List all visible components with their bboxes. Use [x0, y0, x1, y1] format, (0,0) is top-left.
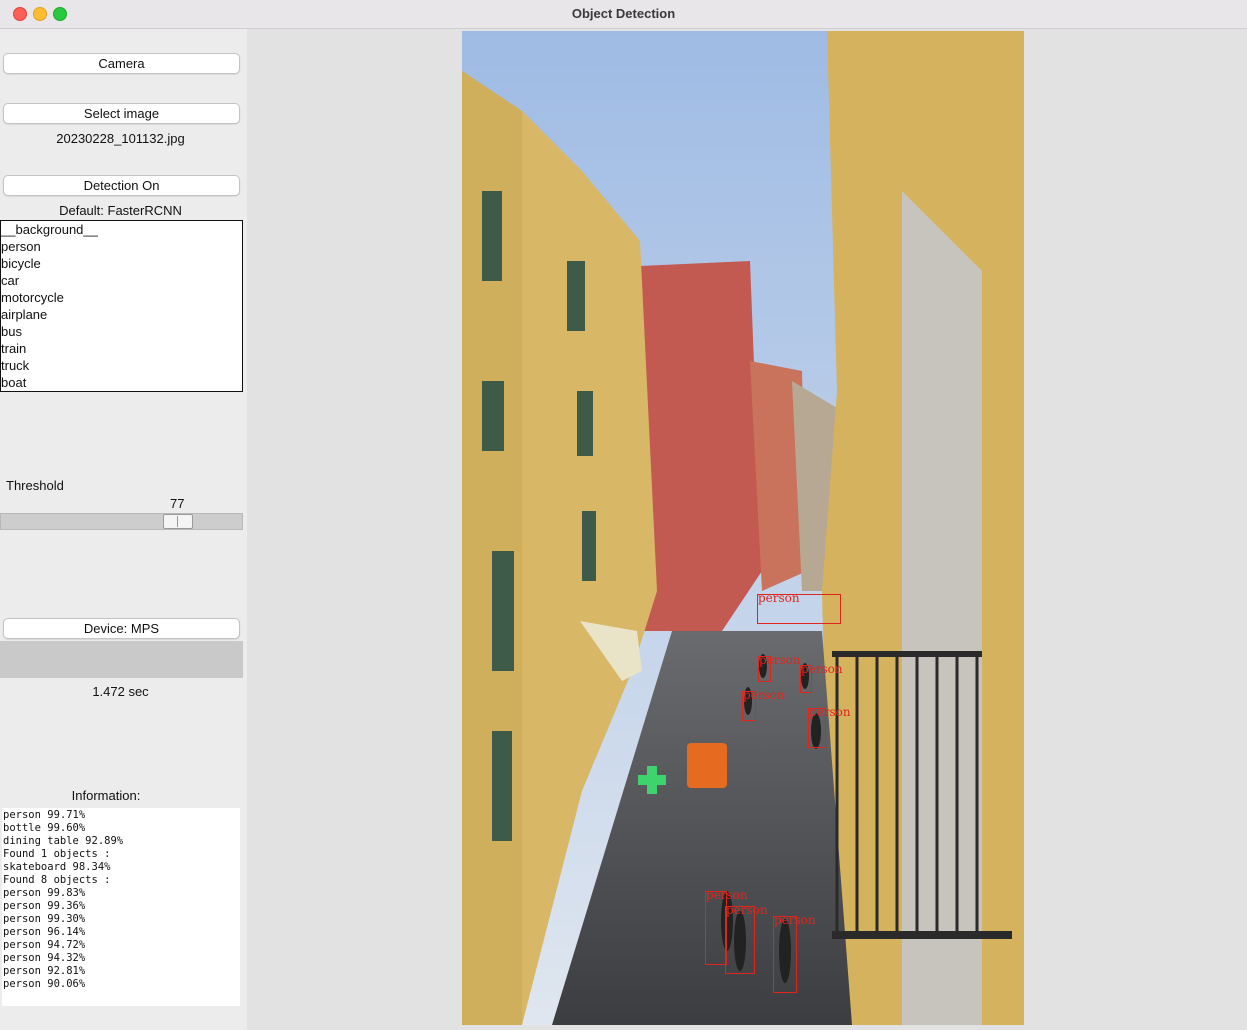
- detection-toggle-button[interactable]: Detection On: [3, 175, 240, 196]
- threshold-slider[interactable]: [0, 513, 243, 530]
- detection-box: person: [758, 653, 801, 682]
- detection-label: person: [706, 888, 748, 902]
- detection-box: person: [742, 688, 785, 721]
- detection-label: person: [809, 705, 851, 719]
- info-line: person 94.72%: [3, 939, 86, 951]
- info-line: person 92.81%: [3, 965, 86, 977]
- detection-label: person: [801, 662, 843, 676]
- detection-label: person: [726, 903, 768, 917]
- title-bar: Object Detection: [0, 0, 1247, 29]
- camera-button[interactable]: Camera: [3, 53, 240, 74]
- detection-box: person: [800, 662, 843, 693]
- info-line: person 99.30%: [3, 913, 86, 925]
- info-line: Found 8 objects :: [3, 874, 111, 886]
- info-line: person 99.83%: [3, 887, 86, 899]
- info-line: person 94.32%: [3, 952, 86, 964]
- detection-label: person: [743, 688, 785, 702]
- detection-box: person: [757, 591, 841, 624]
- information-label: Information:: [71, 788, 141, 803]
- street-photo: [462, 31, 1024, 1025]
- list-item[interactable]: __background__: [1, 221, 242, 238]
- list-item[interactable]: person: [1, 238, 242, 255]
- info-line: person 99.36%: [3, 900, 86, 912]
- info-line: person 99.71%: [3, 809, 86, 821]
- detection-image: person person person person person perso…: [462, 31, 1024, 1025]
- threshold-slider-thumb[interactable]: [163, 514, 193, 529]
- detection-box: person: [773, 913, 816, 993]
- control-panel: Camera Select image 20230228_101132.jpg …: [0, 29, 245, 1030]
- device-button[interactable]: Device: MPS: [3, 618, 240, 639]
- elapsed-time-label: 1.472 sec: [92, 684, 149, 699]
- information-textbox[interactable]: person 99.71% bottle 99.60% dining table…: [2, 808, 240, 1006]
- info-line: skateboard 98.34%: [3, 861, 111, 873]
- detection-box: person: [808, 705, 851, 748]
- info-line: Found 1 objects :: [3, 848, 111, 860]
- window-title: Object Detection: [571, 6, 676, 21]
- detection-label: person: [758, 591, 800, 605]
- list-item[interactable]: truck: [1, 357, 242, 374]
- list-item[interactable]: airplane: [1, 306, 242, 323]
- detection-box: person: [705, 888, 748, 965]
- info-line: person 90.06%: [3, 978, 86, 990]
- detection-box: person: [725, 903, 768, 974]
- list-item[interactable]: bicycle: [1, 255, 242, 272]
- class-listbox[interactable]: __background__ person bicycle car motorc…: [0, 220, 243, 392]
- select-image-button[interactable]: Select image: [3, 103, 240, 124]
- info-line: person 96.14%: [3, 926, 86, 938]
- list-item[interactable]: bus: [1, 323, 242, 340]
- list-item[interactable]: boat: [1, 374, 242, 391]
- list-item[interactable]: train: [1, 340, 242, 357]
- model-label: Default: FasterRCNN: [59, 203, 182, 218]
- info-line: bottle 99.60%: [3, 822, 86, 834]
- threshold-label: Threshold: [6, 478, 64, 493]
- detection-label: person: [774, 913, 816, 927]
- file-name-label: 20230228_101132.jpg: [56, 131, 185, 146]
- list-item[interactable]: car: [1, 272, 242, 289]
- threshold-value: 77: [170, 496, 185, 511]
- info-line: dining table 92.89%: [3, 835, 124, 847]
- progress-bar: [0, 641, 243, 678]
- list-item[interactable]: motorcycle: [1, 289, 242, 306]
- detection-label: person: [759, 653, 801, 667]
